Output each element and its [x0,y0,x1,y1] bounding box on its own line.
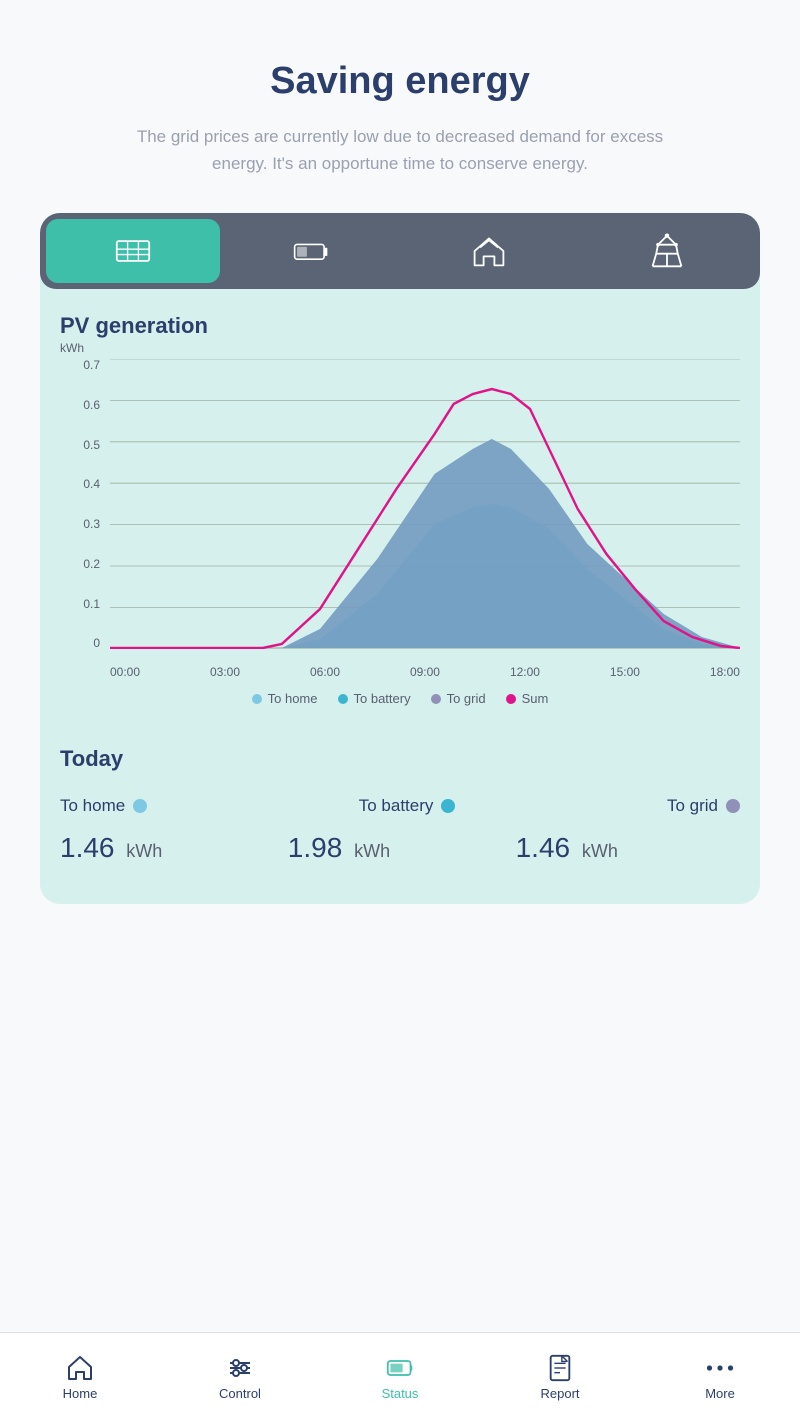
legend-dot-sum [506,694,516,704]
stat-label-grid: To grid [667,796,740,816]
stat-unit-battery: kWh [354,841,390,861]
chart-svg-area [110,359,740,649]
nav-more-label: More [705,1386,735,1401]
stat-unit-grid: kWh [582,841,618,861]
y-label-0: 0 [60,637,106,649]
y-label-1: 0.1 [60,598,106,610]
bottom-nav: Home Control Status Report [0,1332,800,1422]
stat-label-battery: To battery [359,796,456,816]
legend-label-sum: Sum [522,691,549,706]
nav-home[interactable]: Home [0,1354,160,1401]
stat-dot-home [133,799,147,813]
x-label-1: 03:00 [210,665,240,679]
y-label-7: 0.7 [60,359,106,371]
legend-dot-home [252,694,262,704]
stat-label-battery-text: To battery [359,796,434,816]
nav-more[interactable]: More [640,1354,800,1401]
nav-control-label: Control [219,1386,261,1401]
card-tab-bar [40,213,760,289]
chart-legend: To home To battery To grid Sum [60,691,740,706]
stat-value-home-num: 1.46 [60,832,115,863]
tab-home[interactable] [402,219,576,283]
x-label-6: 18:00 [710,665,740,679]
y-label-2: 0.2 [60,558,106,570]
y-axis-unit: kWh [60,341,84,355]
stat-label-home-text: To home [60,796,125,816]
y-axis-labels: 0 0.1 0.2 0.3 0.4 0.5 0.6 0.7 [60,359,106,649]
y-label-3: 0.3 [60,518,106,530]
main-card: PV generation kWh 0 0.1 0.2 0.3 0.4 0.5 … [40,213,760,904]
legend-dot-grid [431,694,441,704]
stat-value-battery-num: 1.98 [288,832,343,863]
home-nav-icon [66,1354,94,1382]
stat-value-grid: 1.46 kWh [516,832,740,864]
stat-dot-grid [726,799,740,813]
x-label-4: 12:00 [510,665,540,679]
legend-to-grid: To grid [431,691,486,706]
nav-report[interactable]: Report [480,1354,640,1401]
legend-sum: Sum [506,691,549,706]
stats-labels-row: To home To battery To grid [60,796,740,816]
nav-report-label: Report [540,1386,579,1401]
page-title: Saving energy [40,60,760,103]
more-nav-icon [706,1354,734,1382]
status-nav-icon [386,1354,414,1382]
legend-dot-battery [338,694,348,704]
stat-value-home: 1.46 kWh [60,832,284,864]
stat-unit-home: kWh [126,841,162,861]
stat-value-battery: 1.98 kWh [288,832,512,864]
legend-label-grid: To grid [447,691,486,706]
legend-label-home: To home [268,691,318,706]
nav-status-label: Status [382,1386,419,1401]
x-label-3: 09:00 [410,665,440,679]
report-nav-icon [546,1354,574,1382]
stat-label-home: To home [60,796,147,816]
legend-to-battery: To battery [338,691,411,706]
today-section: Today To home To battery To grid [40,716,760,874]
x-label-5: 15:00 [610,665,640,679]
chart-title: PV generation [60,313,740,339]
page-subtitle: The grid prices are currently low due to… [120,123,680,177]
tab-grid[interactable] [580,219,754,283]
chart-container: kWh 0 0.1 0.2 0.3 0.4 0.5 0.6 0.7 [60,359,740,679]
today-title: Today [60,746,740,772]
nav-status[interactable]: Status [320,1354,480,1401]
stats-values-row: 1.46 kWh 1.98 kWh 1.46 kWh [60,832,740,864]
x-label-0: 00:00 [110,665,140,679]
stat-dot-battery [441,799,455,813]
y-label-6: 0.6 [60,399,106,411]
legend-to-home: To home [252,691,318,706]
x-axis-labels: 00:00 03:00 06:00 09:00 12:00 15:00 18:0… [110,665,740,679]
legend-label-battery: To battery [354,691,411,706]
y-label-5: 0.5 [60,439,106,451]
stat-label-grid-text: To grid [667,796,718,816]
x-label-2: 06:00 [310,665,340,679]
tab-solar[interactable] [46,219,220,283]
chart-section: PV generation kWh 0 0.1 0.2 0.3 0.4 0.5 … [40,289,760,716]
nav-home-label: Home [63,1386,98,1401]
nav-control[interactable]: Control [160,1354,320,1401]
y-label-4: 0.4 [60,478,106,490]
stat-value-grid-num: 1.46 [516,832,571,863]
tab-battery[interactable] [224,219,398,283]
control-nav-icon [226,1354,254,1382]
